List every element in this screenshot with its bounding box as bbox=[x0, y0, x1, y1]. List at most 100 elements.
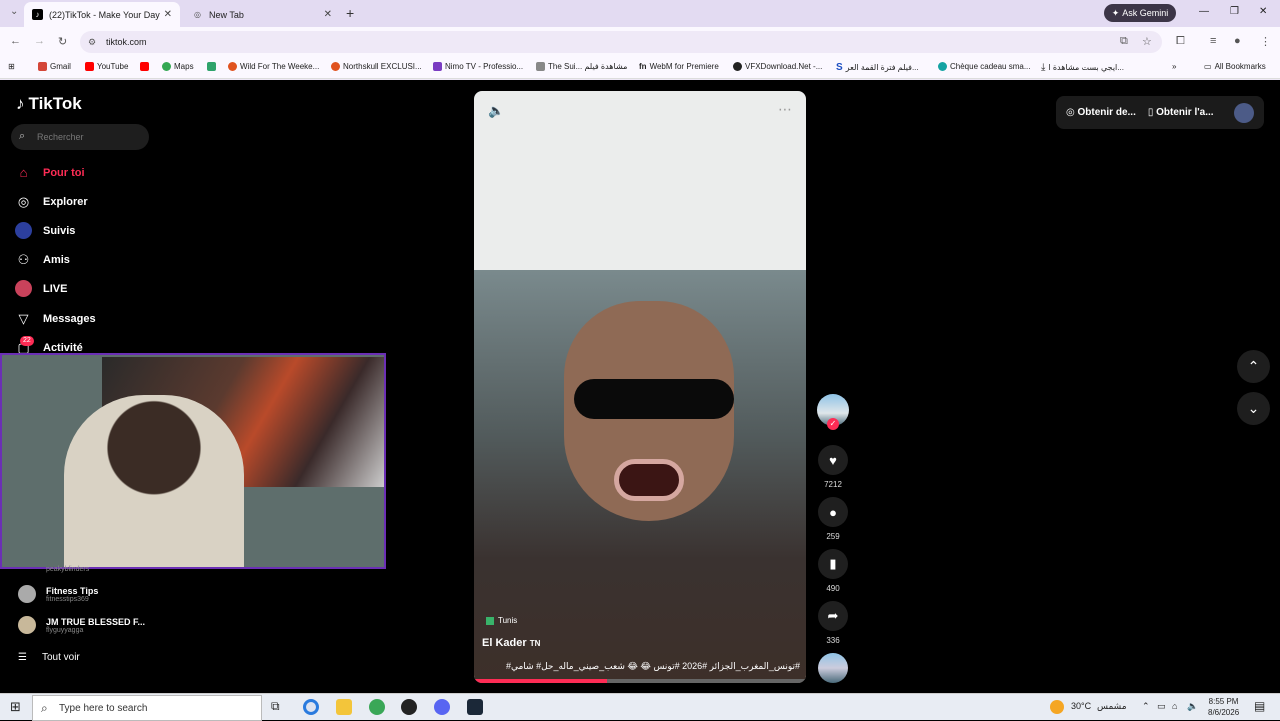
following-account[interactable]: JM TRUE BLESSED F... flyguyyagga bbox=[18, 616, 145, 634]
bookmark-vfx[interactable]: VFXDownload.Net -... bbox=[733, 62, 822, 71]
steam-icon[interactable] bbox=[467, 699, 483, 715]
close-tab-icon[interactable]: ✕ bbox=[164, 9, 172, 20]
bookmark-northskull[interactable]: Northskull EXCLUSI... bbox=[331, 62, 422, 71]
bookmark-wild[interactable]: Wild For The Weeke... bbox=[228, 62, 319, 71]
sidebar-item-messages[interactable]: ▽ Messages bbox=[15, 310, 96, 327]
bookmark-webm[interactable]: fn WebM for Premiere bbox=[639, 62, 719, 71]
extensions-icon[interactable]: ⧠ bbox=[1176, 35, 1185, 48]
bookmark-icon[interactable]: ▮ bbox=[818, 549, 848, 579]
next-video-button[interactable]: ⌄ bbox=[1237, 392, 1270, 425]
author-flag: TN bbox=[529, 639, 541, 648]
reload-icon[interactable]: ↻ bbox=[58, 35, 67, 48]
location-tag[interactable]: Tunis bbox=[486, 616, 517, 625]
author-avatar[interactable]: ✓ bbox=[817, 394, 849, 430]
mouth bbox=[614, 459, 684, 501]
heart-icon[interactable]: ♥ bbox=[818, 445, 848, 475]
bookmark-nimo[interactable]: Nimo TV - Professio... bbox=[433, 62, 523, 71]
search-input[interactable]: ⌕ Rechercher bbox=[11, 124, 149, 150]
forward-icon[interactable]: → bbox=[34, 35, 45, 47]
bookmark-label: Maps bbox=[174, 62, 194, 71]
tab-tiktok[interactable]: ♪ (22)TikTok - Make Your Day ✕ bbox=[24, 2, 180, 27]
share-action[interactable]: ➦ 336 bbox=[815, 601, 851, 645]
tab-title: (22)TikTok - Make Your Day bbox=[49, 9, 160, 20]
messages-icon: ▽ bbox=[18, 310, 29, 326]
volume-tray-icon[interactable]: 🔈 bbox=[1187, 701, 1198, 712]
music-disc-avatar[interactable] bbox=[818, 653, 848, 683]
new-tab-button[interactable]: + bbox=[346, 5, 354, 21]
sidebar-item-live[interactable]: LIVE bbox=[15, 280, 67, 297]
tray-chevron-up-icon[interactable]: ⌃ bbox=[1142, 701, 1150, 712]
close-window-icon[interactable]: ✕ bbox=[1259, 6, 1267, 17]
ask-gemini-button[interactable]: ✦ Ask Gemini bbox=[1104, 4, 1176, 22]
discord-icon[interactable] bbox=[434, 699, 450, 715]
bookmark-film[interactable]: S فيلم فترة القمة العر... bbox=[836, 62, 919, 73]
minimize-icon[interactable]: — bbox=[1199, 6, 1209, 17]
bookmark-egybest[interactable]: ⤓ ايجي بست مشاهدة ا... bbox=[1041, 62, 1124, 73]
chrome-icon[interactable] bbox=[303, 699, 319, 715]
volume-icon[interactable]: 🔈 bbox=[488, 103, 504, 119]
address-bar[interactable]: tiktok.com bbox=[80, 31, 1162, 53]
following-account[interactable]: Fitness Tips fitnesstips369 bbox=[18, 585, 98, 603]
close-tab-icon[interactable]: ✕ bbox=[324, 9, 332, 20]
bookmark-label: Wild For The Weeke... bbox=[240, 62, 320, 71]
site-info-icon[interactable]: ⚙ bbox=[88, 37, 96, 48]
folder-icon: ▭ bbox=[1204, 62, 1212, 71]
bookmark-youtube-2[interactable] bbox=[140, 62, 149, 71]
sidebar-item-explorer[interactable]: ◎ Explorer bbox=[15, 193, 88, 210]
comment-action[interactable]: ● 259 bbox=[815, 497, 851, 541]
save-action[interactable]: ▮ 490 bbox=[815, 549, 851, 593]
bookmark-cheque[interactable]: Chèque cadeau sma... bbox=[938, 62, 1031, 71]
tiktok-logo[interactable]: ♪ TikTok bbox=[16, 94, 82, 114]
taskbar-search-input[interactable]: ⌕ Type here to search bbox=[32, 695, 262, 721]
logo-text: TikTok bbox=[28, 94, 82, 113]
bookmark-maps[interactable]: Maps bbox=[162, 62, 194, 71]
bandcamp-icon bbox=[331, 62, 340, 71]
account-name: JM TRUE BLESSED F... bbox=[46, 616, 146, 627]
chrome-alt-icon[interactable] bbox=[369, 699, 385, 715]
task-view-icon[interactable]: ⧉ bbox=[271, 699, 280, 714]
media-control-icon[interactable]: ≡ bbox=[1210, 35, 1216, 47]
gmail-icon bbox=[38, 62, 47, 71]
bookmark-star-icon[interactable]: ☆ bbox=[1142, 35, 1152, 48]
share-icon[interactable]: ➦ bbox=[818, 601, 848, 631]
bookmark-green[interactable] bbox=[207, 62, 216, 71]
sun-weather-icon[interactable] bbox=[1050, 700, 1064, 714]
more-bookmarks-icon[interactable]: » bbox=[1172, 62, 1176, 71]
clock-date: 8/6/2026 bbox=[1208, 708, 1240, 717]
bookmark-youtube[interactable]: YouTube bbox=[85, 62, 128, 71]
sidebar-item-suivis[interactable]: Suivis bbox=[15, 222, 75, 239]
all-bookmarks[interactable]: ▭ All Bookmarks bbox=[1204, 62, 1266, 71]
get-app-button[interactable]: ▯ Obtenir l'a... bbox=[1148, 107, 1214, 118]
restore-icon[interactable]: ❐ bbox=[1230, 6, 1239, 17]
like-action[interactable]: ♥ 7212 bbox=[815, 445, 851, 489]
obs-icon[interactable] bbox=[401, 699, 417, 715]
see-all-label: Tout voir bbox=[41, 652, 80, 663]
tab-search-icon[interactable]: ⌄ bbox=[10, 6, 18, 17]
system-clock[interactable]: 8:55 PM 8/6/2026 bbox=[1208, 696, 1239, 718]
apps-grid-icon[interactable]: ⊞ bbox=[8, 62, 15, 71]
profile-avatar[interactable] bbox=[1234, 103, 1254, 123]
video-author[interactable]: El Kader TN bbox=[482, 637, 540, 649]
sidebar-item-pour-toi[interactable]: ⌂ Pour toi bbox=[15, 164, 85, 181]
get-coins-button[interactable]: ◎ Obtenir de... bbox=[1066, 107, 1136, 118]
network-icon[interactable]: ⌂ bbox=[1172, 701, 1177, 711]
windows-start-icon[interactable]: ⊞ bbox=[10, 699, 21, 715]
profile-avatar-icon[interactable]: ● bbox=[1234, 35, 1241, 47]
previous-video-button[interactable]: ⌃ bbox=[1237, 350, 1270, 383]
menu-kebab-icon[interactable]: ⋮ bbox=[1260, 35, 1271, 48]
notification-icon[interactable]: ▤ bbox=[1254, 699, 1265, 713]
install-app-icon[interactable]: ⧉ bbox=[1120, 35, 1128, 48]
more-options-icon[interactable]: ⋯ bbox=[778, 101, 792, 118]
comment-icon[interactable]: ● bbox=[818, 497, 848, 527]
see-all-button[interactable]: ☰ Tout voir bbox=[18, 652, 80, 663]
sidebar-item-amis[interactable]: ⚇ Amis bbox=[15, 251, 70, 268]
bookmark-thesui[interactable]: The Sui... مشاهدة فيلم bbox=[536, 62, 627, 71]
file-explorer-icon[interactable] bbox=[336, 699, 352, 715]
bookmark-gmail[interactable]: Gmail bbox=[38, 62, 71, 71]
tab-new-tab[interactable]: ◎ New Tab ✕ bbox=[184, 2, 340, 27]
back-icon[interactable]: ← bbox=[10, 35, 21, 47]
video-player[interactable]: 🔈 ⋯ Tunis El Kader TN #تونس_المغرب_الجزا… bbox=[474, 91, 806, 683]
video-progress-bar[interactable] bbox=[474, 679, 806, 683]
follow-plus-icon[interactable]: ✓ bbox=[827, 418, 839, 430]
tray-screen-icon[interactable]: ▭ bbox=[1157, 701, 1166, 712]
